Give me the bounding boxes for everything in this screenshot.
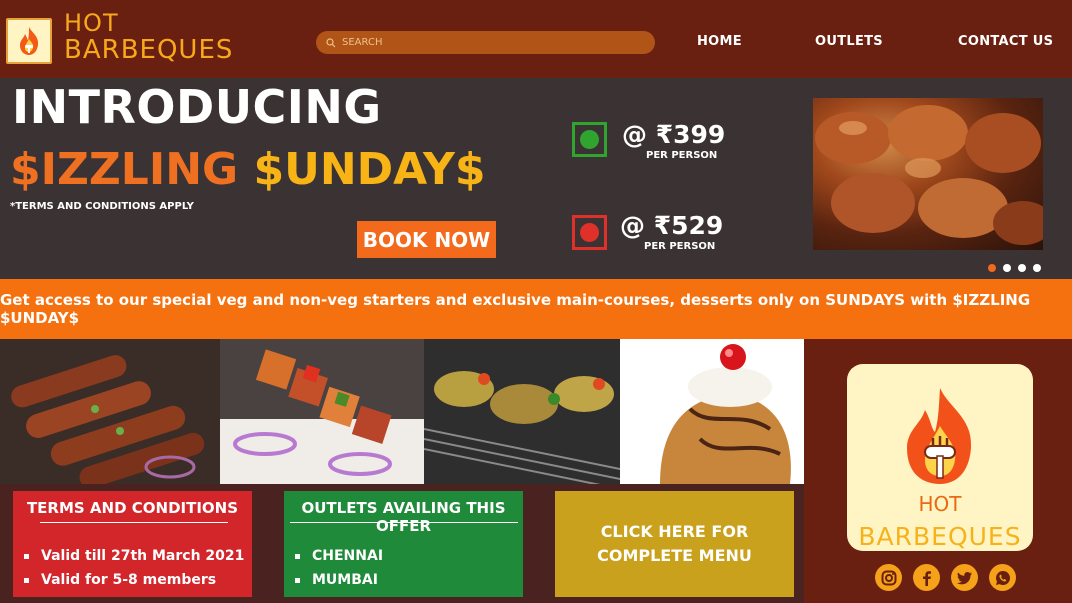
book-now-button[interactable]: BOOK NOW [357,221,496,258]
list-item: MUMBAI [295,568,383,592]
list-item-text: Valid till 27th March 2021 [41,548,245,564]
brand-line1: HOT [64,9,119,37]
non-veg-price-amount: @ ₹529 [620,211,724,240]
terms-note: *TERMS AND CONDITIONS APPLY [10,201,194,212]
flame-logo-icon [907,388,972,484]
divider [40,522,228,523]
terms-card: TERMS AND CONDITIONS Valid till 27th Mar… [13,491,252,597]
hero-subtitle: $IZZLING $UNDAY$ [10,144,486,195]
terms-list: Valid till 27th March 2021 Valid for 5-8… [24,544,244,592]
header: HOT BARBEQUES HOME OUTLETS CONTACT US [0,0,1072,78]
carousel-dot[interactable] [1033,264,1041,272]
search-icon [326,37,336,47]
list-item: Valid till 27th March 2021 [24,544,244,568]
terms-card-title: TERMS AND CONDITIONS [26,499,239,517]
nav-contact-us[interactable]: CONTACT US [958,34,1053,49]
outlets-card-title: OUTLETS AVAILING THIS OFFER [301,499,506,535]
divider [290,522,518,523]
non-veg-symbol-icon [572,215,607,250]
list-item-text: CHENNAI [312,548,384,564]
hero-subtitle-part1: $IZZLING [10,144,239,195]
outlets-list: CHENNAI MUMBAI [295,544,383,592]
flame-logo-icon [20,27,39,55]
hero-subtitle-part2: $UNDAY$ [253,144,486,195]
non-veg-price-unit: PER PERSON [644,241,716,252]
complete-menu-card[interactable]: CLICK HERE FOR COMPLETE MENU [555,491,794,597]
hero-chicken-image [813,98,1043,250]
veg-symbol-icon [572,122,607,157]
hero-title: INTRODUCING [12,80,382,134]
complete-menu-link[interactable]: CLICK HERE FOR COMPLETE MENU [597,520,752,568]
menu-link-line2: COMPLETE MENU [597,546,752,565]
carousel-dots [988,264,1041,272]
hero-banner: INTRODUCING $IZZLING $UNDAY$ *TERMS AND … [0,78,1072,279]
logo[interactable] [6,18,52,64]
brand-name: HOT BARBEQUES [64,10,233,65]
logo-text-line2: BARBEQUES [858,522,1022,551]
non-veg-price: @ ₹529 PER PERSON [620,211,724,252]
twitter-icon[interactable] [951,564,978,591]
social-links [875,564,1016,591]
list-item-text: MUMBAI [312,572,378,588]
search-input[interactable] [342,37,642,48]
food-image-dessert [620,339,804,484]
nav-home[interactable]: HOME [697,34,742,49]
food-image-seekh-kebab [0,339,220,484]
logo-text-line1: HOT [918,492,962,516]
whatsapp-icon[interactable] [989,564,1016,591]
carousel-dot[interactable] [1018,264,1026,272]
carousel-dot[interactable] [988,264,996,272]
menu-link-line1: CLICK HERE FOR [600,522,749,541]
search-bar[interactable] [316,31,655,54]
veg-price: @ ₹399 PER PERSON [622,120,726,161]
veg-price-amount: @ ₹399 [622,120,726,149]
facebook-icon[interactable] [913,564,940,591]
food-image-grilled-vegetables [424,339,620,484]
outlets-card: OUTLETS AVAILING THIS OFFER CHENNAI MUMB… [284,491,523,597]
brand-logo-large: HOT BARBEQUES [847,364,1033,551]
carousel-dot[interactable] [1003,264,1011,272]
list-item-text: Valid for 5-8 members [41,572,217,588]
veg-price-unit: PER PERSON [646,150,718,161]
list-item: CHENNAI [295,544,383,568]
promo-banner-text: Get access to our special veg and non-ve… [0,291,1031,327]
instagram-icon[interactable] [875,564,902,591]
promo-banner: Get access to our special veg and non-ve… [0,279,1072,339]
food-image-paneer-tikka [220,339,424,484]
brand-line2: BARBEQUES [64,35,234,66]
list-item: Valid for 5-8 members [24,568,244,592]
nav-outlets[interactable]: OUTLETS [815,34,883,49]
